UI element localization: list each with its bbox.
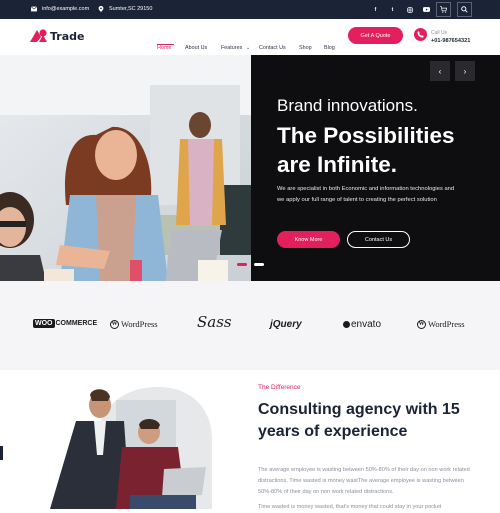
slider-dot[interactable]: [254, 263, 264, 266]
wordpress-logo-2: W WordPress: [417, 319, 465, 329]
hero-title: The Possibilities are Infinite.: [277, 121, 487, 179]
nav-active-indicator: [157, 44, 174, 45]
about-paragraph-1: The average employee is wasting between …: [258, 467, 470, 495]
next-slide-button[interactable]: ›: [455, 61, 475, 81]
cart-button[interactable]: [436, 2, 451, 17]
about-image: [46, 385, 216, 509]
jquery-logo: jQuery: [270, 319, 302, 330]
woo-badge-icon: WOO: [33, 319, 55, 328]
hero-subtitle: Brand innovations.: [277, 96, 418, 115]
nav-blog[interactable]: Blog: [324, 45, 335, 51]
email-text: info@example.com: [42, 6, 90, 12]
section-label: The Difference: [258, 384, 301, 391]
instagram-icon[interactable]: [401, 0, 418, 19]
cart-icon: [440, 6, 447, 13]
logo-mark-icon: [30, 29, 47, 42]
hero-image: [0, 55, 251, 281]
map-pin-icon: [98, 6, 104, 12]
slider-dot-active[interactable]: [237, 263, 247, 266]
social-links: f t: [367, 0, 435, 19]
topbar-email[interactable]: info@example.com: [31, 6, 89, 12]
logo[interactable]: Trade: [29, 29, 84, 43]
phone-icon: [414, 28, 427, 41]
get-a-quote-button[interactable]: Get A Quote: [348, 27, 403, 44]
topbar-location: Sumter,SC 29150: [98, 6, 152, 12]
youtube-icon[interactable]: [418, 0, 435, 19]
twitter-icon[interactable]: t: [384, 0, 401, 19]
woocommerce-logo: WOO COMMERCE: [33, 319, 98, 328]
call-us-label: Call Us: [431, 30, 448, 36]
sass-logo: Sass: [197, 313, 232, 331]
section-title: Consulting agency with 15 years of exper…: [258, 401, 460, 440]
know-more-button[interactable]: Know More: [277, 231, 340, 248]
envelope-icon: [31, 6, 37, 12]
search-button[interactable]: [457, 2, 472, 17]
hero-title-line-2: are Infinite.: [277, 152, 398, 177]
left-edge-marker: [0, 446, 3, 460]
chevron-down-icon[interactable]: ⌄: [246, 45, 250, 51]
search-icon: [461, 6, 468, 13]
top-bar: info@example.com Sumter,SC 29150 f t: [0, 0, 500, 19]
envato-leaf-icon: [343, 321, 350, 328]
nav-home[interactable]: Home: [157, 45, 171, 51]
wordpress-icon: W: [417, 319, 426, 329]
about-paragraph-2: Time wasted is money wasted, that's mone…: [258, 504, 442, 510]
nav-contact-us[interactable]: Contact Us: [259, 45, 286, 51]
nav-about-us[interactable]: About Us: [185, 45, 207, 51]
hero-description: We are specialist in both Economic and i…: [277, 186, 455, 203]
nav-shop[interactable]: Shop: [299, 45, 312, 51]
hero-title-line-1: The Possibilities: [277, 123, 455, 148]
wordpress-logo: W WordPress: [110, 319, 158, 329]
envato-logo: envato: [343, 319, 381, 330]
call-us-number[interactable]: +01-987654321: [431, 38, 470, 44]
facebook-icon[interactable]: f: [367, 0, 384, 19]
contact-us-button[interactable]: Contact Us: [347, 231, 410, 248]
logo-text: Trade: [50, 29, 85, 43]
wordpress-icon: W: [110, 319, 119, 329]
location-text: Sumter,SC 29150: [109, 6, 153, 12]
nav-features[interactable]: Features: [221, 45, 242, 51]
prev-slide-button[interactable]: ‹: [430, 61, 450, 81]
